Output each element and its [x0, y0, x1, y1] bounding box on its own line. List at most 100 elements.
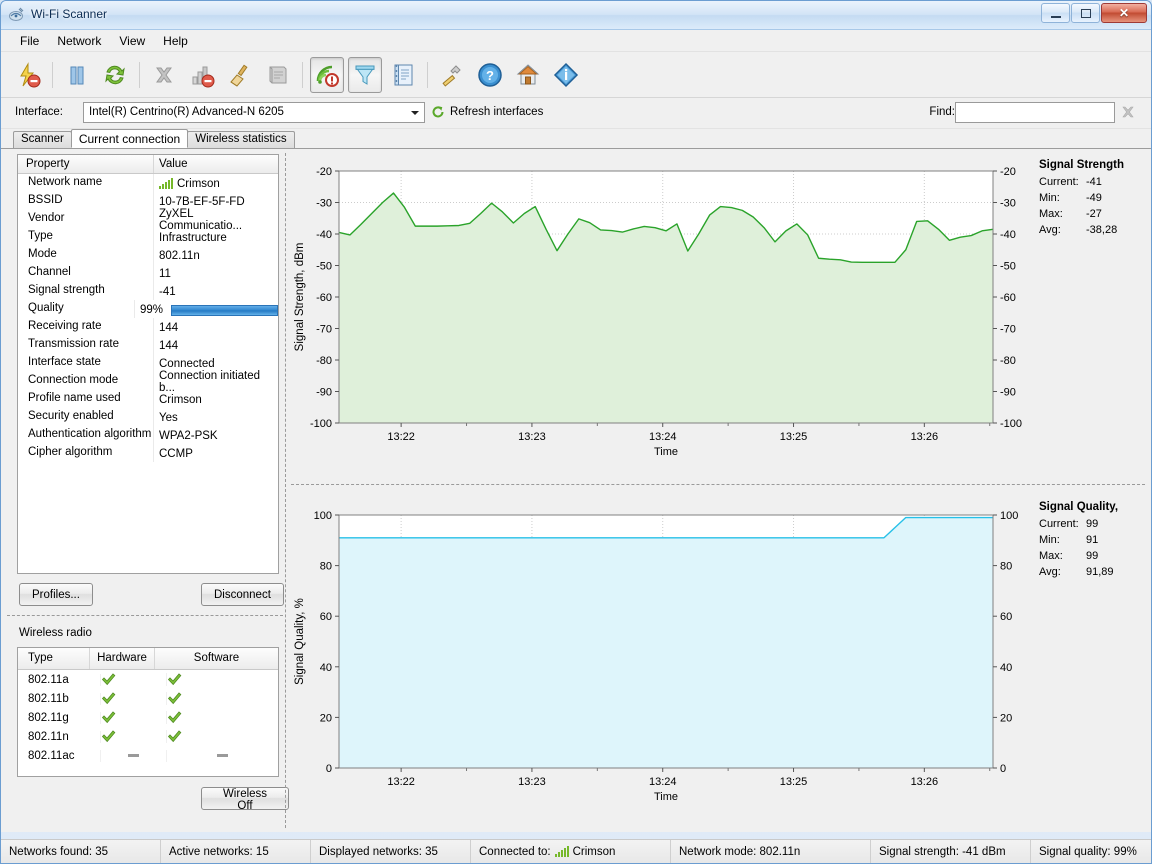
svg-text:13:26: 13:26: [911, 431, 939, 443]
column-header-value[interactable]: Value: [154, 155, 278, 173]
table-row[interactable]: Transmission rate144: [18, 336, 278, 354]
vertical-splitter[interactable]: [285, 153, 288, 828]
svg-text:Time: Time: [654, 446, 678, 458]
table-row[interactable]: Quality99%: [18, 300, 278, 318]
table-row[interactable]: 802.11a: [18, 670, 278, 689]
home-icon[interactable]: [511, 57, 545, 93]
svg-text:-70: -70: [316, 324, 332, 336]
delete-icon[interactable]: [147, 57, 181, 93]
filter-icon[interactable]: [348, 57, 382, 93]
stat-value: -38,28: [1086, 224, 1117, 236]
table-row[interactable]: 802.11g: [18, 708, 278, 727]
svg-text:100: 100: [314, 510, 332, 522]
table-row[interactable]: Authentication algorithmWPA2-PSK: [18, 426, 278, 444]
svg-text:20: 20: [320, 712, 332, 724]
chart-splitter[interactable]: [291, 484, 1145, 486]
clear-list-icon[interactable]: [261, 57, 295, 93]
help-icon[interactable]: ?: [473, 57, 507, 93]
svg-text:-80: -80: [1000, 355, 1016, 367]
table-row[interactable]: Profile name usedCrimson: [18, 390, 278, 408]
table-row[interactable]: TypeInfrastructure: [18, 228, 278, 246]
stat-row: Max:-27: [1039, 208, 1143, 220]
table-row[interactable]: 802.11n: [18, 727, 278, 746]
profiles-button[interactable]: Profiles...: [19, 583, 93, 606]
table-row[interactable]: Channel11: [18, 264, 278, 282]
table-row[interactable]: 802.11ac: [18, 746, 278, 765]
svg-text:-80: -80: [316, 355, 332, 367]
signal-strength-chart[interactable]: -20-20-30-30-40-40-50-50-60-60-70-70-80-…: [289, 149, 1151, 479]
table-row[interactable]: Connection modeConnection initiated b...: [18, 372, 278, 390]
wireless-radio-header: Type Hardware Software: [18, 648, 278, 670]
property-value: 99%: [135, 300, 278, 318]
table-row[interactable]: 802.11b: [18, 689, 278, 708]
report-icon[interactable]: [386, 57, 420, 93]
tab-bar: Scanner Current connection Wireless stat…: [1, 129, 1151, 149]
refresh-scan-icon[interactable]: [98, 57, 132, 93]
clear-search-icon[interactable]: [1121, 105, 1135, 119]
refresh-interfaces-button[interactable]: Refresh interfaces: [431, 105, 543, 119]
table-row[interactable]: Receiving rate144: [18, 318, 278, 336]
wireless-off-button[interactable]: Wireless Off: [201, 787, 289, 810]
table-row[interactable]: Signal strength-41: [18, 282, 278, 300]
menu-network[interactable]: Network: [48, 31, 110, 51]
disconnect-button[interactable]: Disconnect: [201, 583, 284, 606]
svg-text:0: 0: [326, 763, 332, 775]
svg-text:-20: -20: [316, 166, 332, 178]
property-name: Transmission rate: [18, 336, 154, 354]
interface-select[interactable]: Intel(R) Centrino(R) Advanced-N 6205: [83, 102, 425, 123]
search-input[interactable]: [955, 102, 1115, 123]
property-value: 802.11n: [154, 246, 278, 264]
property-value: Infrastructure: [154, 228, 278, 246]
column-header-type[interactable]: Type: [18, 648, 90, 669]
signal-alert-icon[interactable]: [310, 57, 344, 93]
stat-label: Max:: [1039, 208, 1086, 220]
column-header-software[interactable]: Software: [155, 648, 278, 669]
stat-value: 99: [1086, 518, 1098, 530]
close-button[interactable]: ✕: [1101, 3, 1147, 23]
property-value: Crimson: [154, 174, 278, 192]
pane-splitter-horizontal[interactable]: [7, 615, 283, 617]
property-name: Channel: [18, 264, 154, 282]
minimize-button[interactable]: [1041, 3, 1070, 23]
menu-help[interactable]: Help: [154, 31, 197, 51]
stat-row: Min:-49: [1039, 192, 1143, 204]
stat-row: Current:99: [1039, 518, 1143, 530]
tab-scanner[interactable]: Scanner: [13, 131, 72, 148]
svg-text:-100: -100: [310, 418, 332, 430]
pause-scan-icon[interactable]: [60, 57, 94, 93]
maximize-button[interactable]: [1071, 3, 1100, 23]
column-header-hardware[interactable]: Hardware: [90, 648, 155, 669]
menu-bar: File Network View Help: [1, 30, 1151, 52]
table-row[interactable]: VendorZyXEL Communicatio...: [18, 210, 278, 228]
table-row[interactable]: Network nameCrimson: [18, 174, 278, 192]
settings-icon[interactable]: [435, 57, 469, 93]
property-value: WPA2-PSK: [154, 426, 278, 444]
status-connected-to: Connected to:Crimson: [471, 840, 671, 863]
tab-wireless-statistics[interactable]: Wireless statistics: [187, 131, 294, 148]
column-header-property[interactable]: Property: [18, 155, 154, 173]
property-name: Authentication algorithm: [18, 426, 154, 444]
menu-file[interactable]: File: [11, 31, 48, 51]
clean-icon[interactable]: [223, 57, 257, 93]
status-text: Network mode: 802.11n: [679, 846, 800, 858]
stat-row: Avg:-38,28: [1039, 224, 1143, 236]
status-text: Displayed networks: 35: [319, 846, 438, 858]
table-row[interactable]: Cipher algorithmCCMP: [18, 444, 278, 462]
svg-text:13:25: 13:25: [780, 431, 808, 443]
svg-text:60: 60: [1000, 611, 1012, 623]
svg-text:-30: -30: [1000, 198, 1016, 210]
menu-view[interactable]: View: [110, 31, 154, 51]
table-row[interactable]: Security enabledYes: [18, 408, 278, 426]
property-value: 144: [154, 336, 278, 354]
table-row[interactable]: Mode802.11n: [18, 246, 278, 264]
svg-text:13:22: 13:22: [387, 431, 415, 443]
stat-label: Current:: [1039, 176, 1086, 188]
connected-network-name: Crimson: [573, 846, 616, 858]
start-scan-icon[interactable]: [11, 57, 45, 93]
about-icon[interactable]: [549, 57, 583, 93]
svg-text:40: 40: [320, 662, 332, 674]
status-active-networks: Active networks: 15: [161, 840, 311, 863]
tab-current-connection[interactable]: Current connection: [71, 129, 188, 148]
signal-quality-chart[interactable]: 00202040406060808010010013:2213:2313:241…: [289, 493, 1151, 828]
clear-statistics-icon[interactable]: [185, 57, 219, 93]
